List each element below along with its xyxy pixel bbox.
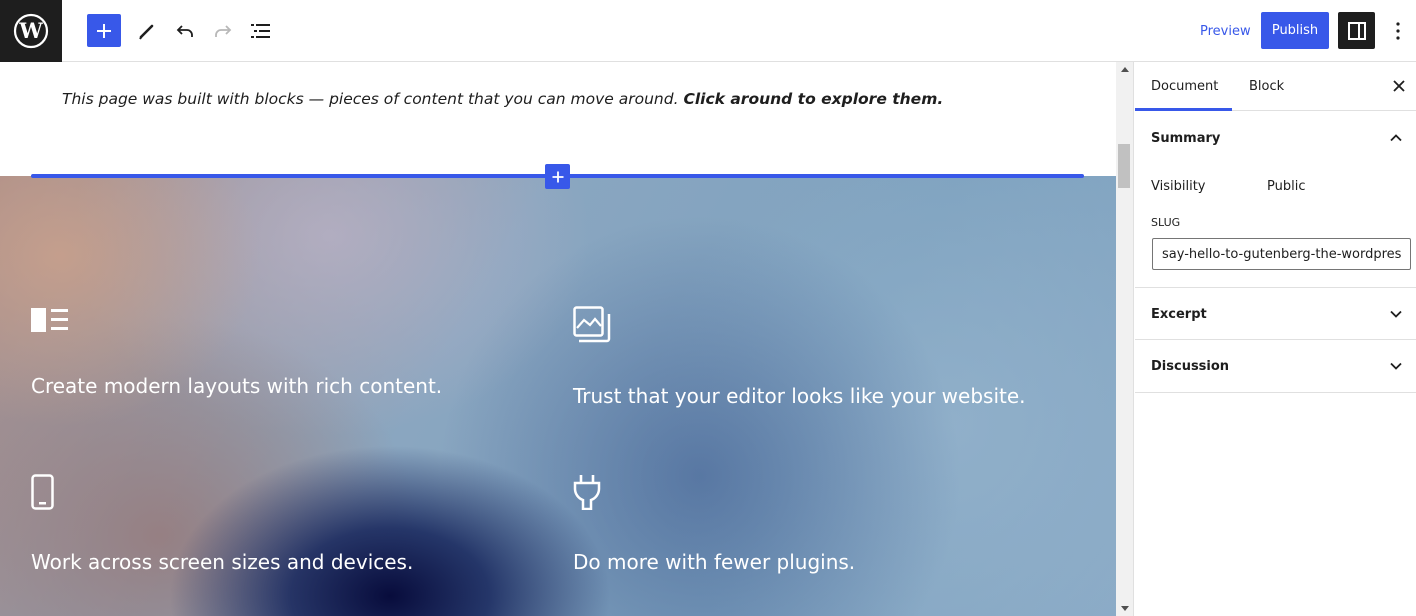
visibility-value-button[interactable]: Public	[1267, 179, 1305, 194]
feature-layouts[interactable]: Create modern layouts with rich content.	[31, 306, 442, 398]
scroll-up-arrow-icon[interactable]	[1121, 67, 1129, 72]
settings-toggle-button[interactable]	[1338, 12, 1375, 49]
excerpt-panel-toggle[interactable]: Excerpt	[1135, 288, 1416, 340]
plus-icon	[552, 171, 563, 182]
feature-editor[interactable]: Trust that your editor looks like your w…	[573, 306, 1026, 408]
plus-icon	[97, 23, 111, 38]
feature-text: Work across screen sizes and devices.	[31, 550, 414, 574]
layout-icon	[31, 308, 68, 332]
plug-icon	[573, 475, 601, 510]
feature-text: Create modern layouts with rich content.	[31, 374, 443, 398]
chevron-down-icon	[1390, 362, 1402, 370]
slug-label: SLUG	[1151, 216, 1181, 229]
close-sidebar-button[interactable]	[1389, 76, 1409, 96]
editor-header: W Preview Publish	[0, 0, 1416, 62]
scroll-thumb[interactable]	[1118, 144, 1130, 188]
more-vertical-icon	[1396, 22, 1400, 40]
feature-devices[interactable]: Work across screen sizes and devices.	[31, 474, 413, 574]
feature-text: Do more with fewer plugins.	[573, 550, 856, 574]
chevron-down-icon	[1390, 310, 1402, 318]
wordpress-logo-icon[interactable]: W	[0, 0, 62, 62]
tools-button[interactable]	[130, 14, 164, 48]
settings-sidebar: Document Block Summary Visibility Public…	[1135, 62, 1416, 616]
cover-block[interactable]: Create modern layouts with rich content.…	[0, 176, 1116, 616]
editor-canvas: This page was built with blocks — pieces…	[0, 62, 1116, 616]
intro-bold-text: Click around to explore them.	[683, 90, 944, 108]
redo-icon	[215, 25, 232, 37]
intro-paragraph[interactable]: This page was built with blocks — pieces…	[62, 90, 943, 108]
publish-button[interactable]: Publish	[1261, 12, 1329, 49]
summary-panel-toggle[interactable]: Summary	[1135, 112, 1416, 164]
sidebar-icon	[1347, 21, 1366, 40]
feature-text: Trust that your editor looks like your w…	[573, 384, 1026, 408]
mobile-icon	[31, 474, 54, 510]
summary-title: Summary	[1151, 130, 1221, 146]
pencil-icon	[139, 24, 154, 40]
canvas-scrollbar[interactable]	[1116, 62, 1134, 616]
undo-icon	[176, 25, 193, 37]
feature-plugins[interactable]: Do more with fewer plugins.	[573, 474, 855, 574]
tab-block[interactable]: Block	[1249, 62, 1284, 111]
options-button[interactable]	[1386, 14, 1410, 48]
undo-button[interactable]	[168, 14, 202, 48]
excerpt-title: Excerpt	[1151, 306, 1207, 322]
chevron-up-icon	[1390, 134, 1402, 142]
active-tab-indicator	[1135, 108, 1232, 111]
document-overview-button[interactable]	[244, 14, 278, 48]
discussion-title: Discussion	[1151, 358, 1230, 374]
list-view-icon	[251, 24, 270, 38]
slug-input[interactable]	[1152, 238, 1411, 270]
preview-button[interactable]: Preview	[1192, 14, 1259, 48]
redo-button[interactable]	[206, 14, 240, 48]
intro-text: This page was built with blocks — pieces…	[62, 90, 679, 108]
inline-inserter-button[interactable]	[545, 164, 570, 189]
scroll-down-arrow-icon[interactable]	[1121, 606, 1129, 611]
sidebar-tabs: Document Block	[1135, 62, 1416, 111]
gallery-icon	[573, 306, 611, 343]
tab-document[interactable]: Document	[1151, 62, 1218, 111]
add-block-button[interactable]	[87, 14, 121, 47]
close-icon	[1393, 80, 1405, 92]
discussion-panel-toggle[interactable]: Discussion	[1135, 340, 1416, 392]
visibility-label: Visibility	[1151, 179, 1206, 194]
svg-text:W: W	[18, 18, 43, 43]
panel-divider	[1135, 392, 1416, 393]
